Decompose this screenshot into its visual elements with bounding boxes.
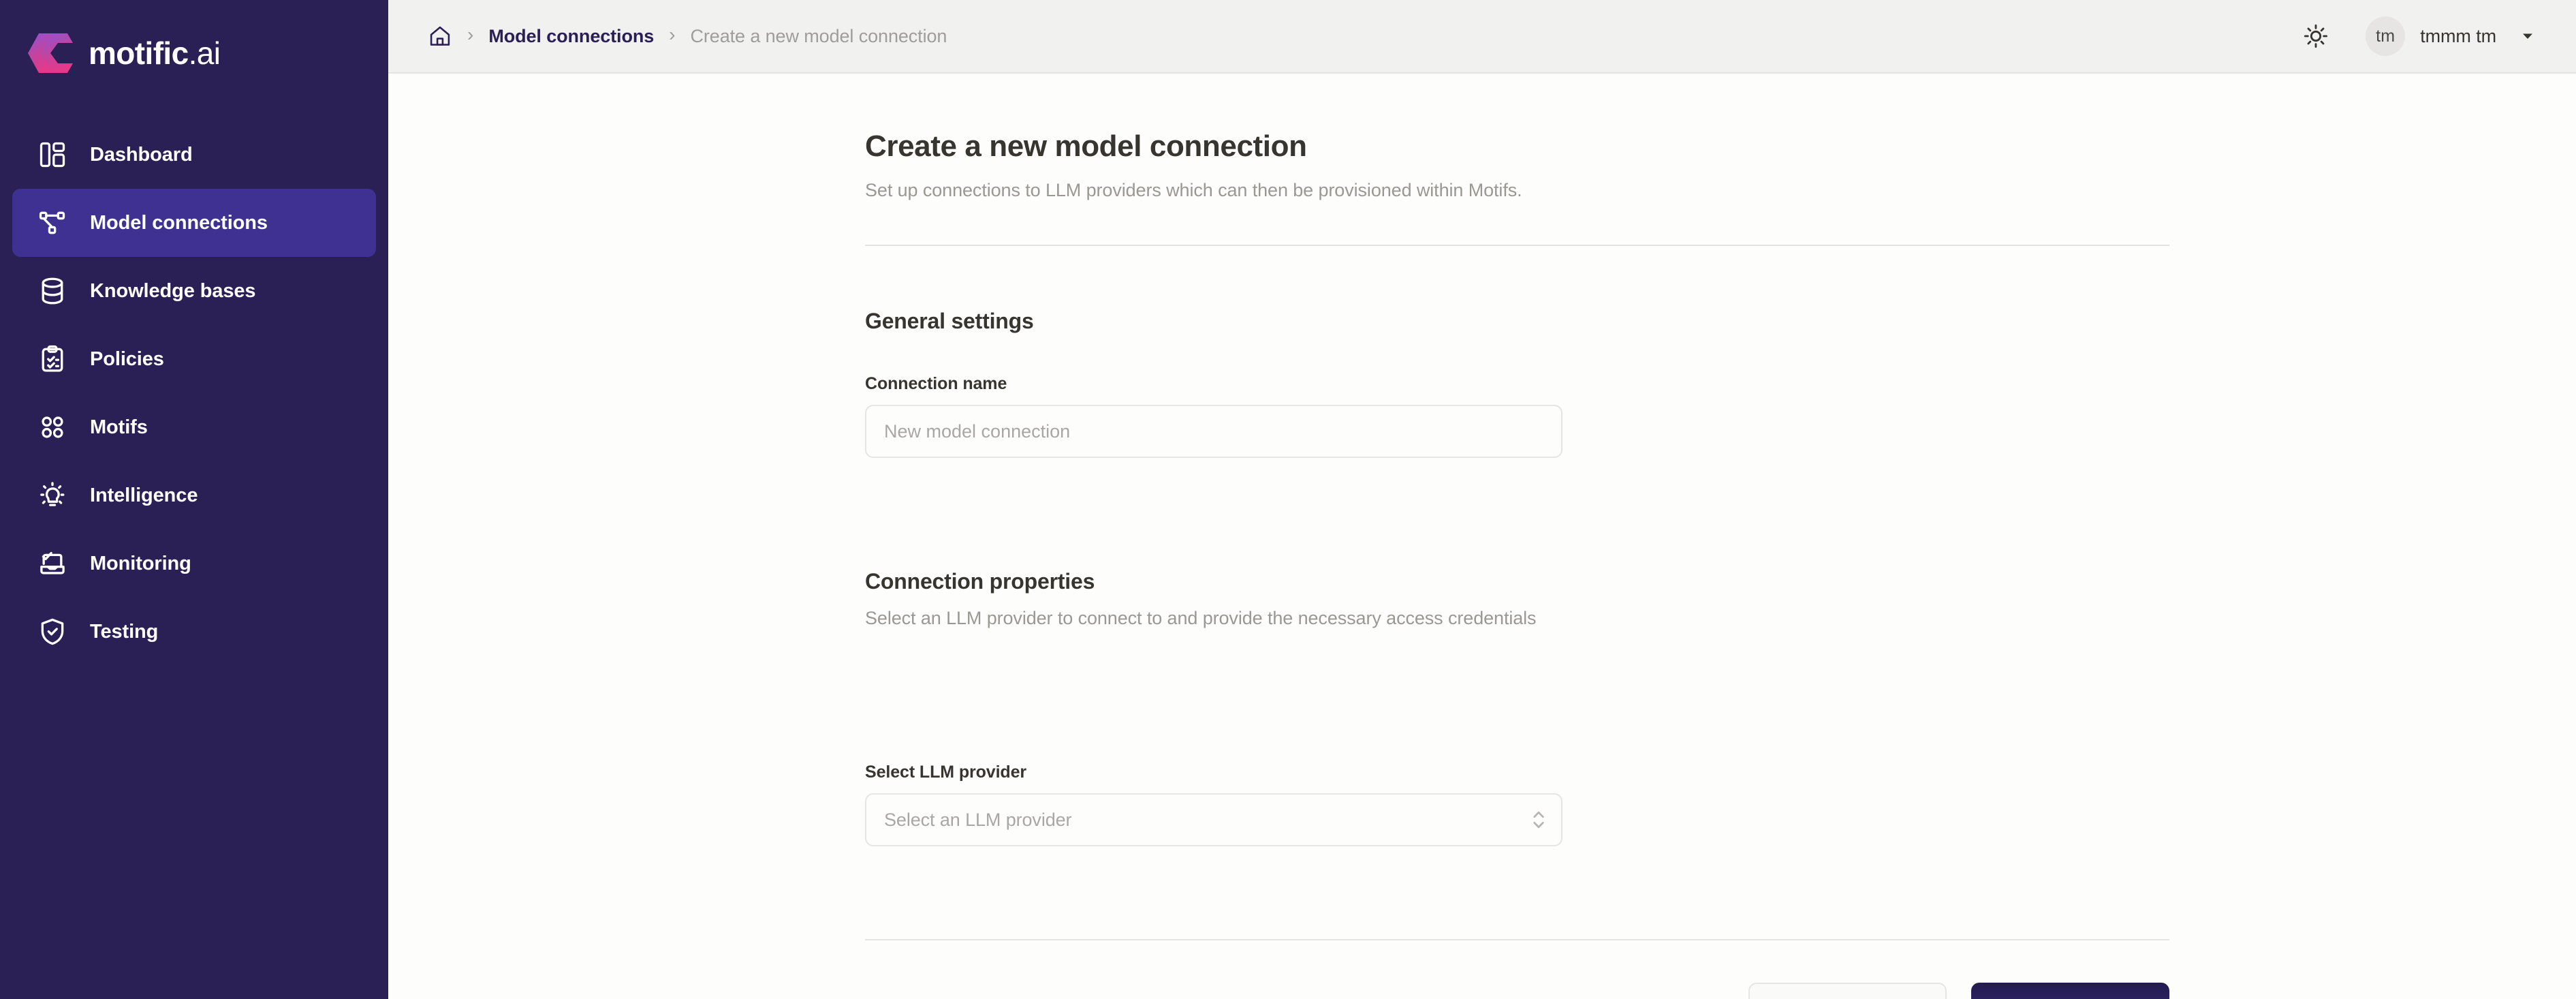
page-subtitle: Set up connections to LLM providers whic… <box>865 180 1522 200</box>
brand-name: motific.ai <box>89 35 221 71</box>
sidebar-item-label: Policies <box>90 348 164 370</box>
shield-check-icon <box>37 617 67 647</box>
llm-provider-select[interactable]: Select an LLM provider <box>865 793 1562 846</box>
general-settings-section: General settings <box>865 309 1034 334</box>
connection-name-input[interactable] <box>865 405 1562 458</box>
page-title: Create a new model connection <box>865 129 1307 163</box>
breadcrumb-parent-link[interactable]: Model connections <box>488 26 654 47</box>
breadcrumb-current: Create a new model connection <box>690 25 947 46</box>
provider-label: Select LLM provider <box>865 763 1027 782</box>
connection-name-label: Connection name <box>865 374 1007 393</box>
sidebar-item-dashboard[interactable]: Dashboard <box>12 121 376 189</box>
sidebar-item-label: Model connections <box>90 211 268 234</box>
sidebar-item-model-connections[interactable]: Model connections <box>12 189 376 257</box>
avatar: tm <box>2366 16 2406 56</box>
connection-properties-subtitle: Select an LLM provider to connect to and… <box>865 608 1537 628</box>
sidebar-item-monitoring[interactable]: Monitoring <box>12 529 376 598</box>
sidebar-item-label: Testing <box>90 620 159 643</box>
sidebar-item-label: Intelligence <box>90 484 198 506</box>
sidebar: motific.ai Dashboard Model connections K… <box>0 0 388 999</box>
chevron-up-down-icon <box>1531 808 1546 832</box>
sidebar-nav: Dashboard Model connections Knowledge ba… <box>0 121 388 666</box>
sidebar-item-label: Monitoring <box>90 552 191 574</box>
main-area: › Model connections › Create a new model… <box>388 0 2576 999</box>
topbar-right-controls: tm tmmm tm <box>2297 12 2539 60</box>
general-settings-heading: General settings <box>865 309 1034 333</box>
provider-select-field: Select an LLM provider <box>865 793 1562 846</box>
add-connection-button[interactable]: Add connection <box>1971 983 2169 999</box>
footer-divider <box>865 939 2169 940</box>
sidebar-item-policies[interactable]: Policies <box>12 325 376 393</box>
sidebar-item-motifs[interactable]: Motifs <box>12 393 376 461</box>
sidebar-item-label: Knowledge bases <box>90 279 256 302</box>
user-name: tmmm tm <box>2420 25 2496 46</box>
app-root: motific.ai Dashboard Model connections K… <box>0 0 2576 999</box>
page-content: Create a new model connection Set up con… <box>388 74 2576 999</box>
clipboard-check-icon <box>37 344 67 374</box>
node-network-icon <box>37 208 67 238</box>
connection-name-field <box>865 405 1562 458</box>
user-menu[interactable]: tm tmmm tm <box>2363 12 2539 60</box>
motific-hexagon-logo-icon <box>27 32 74 74</box>
four-circles-icon <box>37 412 67 442</box>
database-icon <box>37 276 67 306</box>
brand-logo[interactable]: motific.ai <box>0 0 388 106</box>
top-bar: › Model connections › Create a new model… <box>388 0 2576 74</box>
connection-properties-heading: Connection properties <box>865 569 1095 594</box>
footer-actions: Test connection Add connection <box>1748 983 2169 999</box>
sidebar-item-label: Dashboard <box>90 143 193 166</box>
home-icon[interactable] <box>428 24 452 48</box>
chevron-down-icon[interactable] <box>2519 28 2536 44</box>
lightbulb-icon <box>37 480 67 510</box>
breadcrumb-separator: › <box>669 24 676 45</box>
llm-provider-select-value: Select an LLM provider <box>884 809 1072 830</box>
test-connection-button[interactable]: Test connection <box>1748 983 1947 999</box>
section-divider <box>865 245 2169 246</box>
breadcrumb-separator: › <box>467 24 474 45</box>
page-header-block: Create a new model connection Set up con… <box>388 129 2576 201</box>
sidebar-item-label: Motifs <box>90 416 148 438</box>
sun-icon[interactable] <box>2297 18 2334 55</box>
connection-properties-section: Connection properties Select an LLM prov… <box>865 569 1537 629</box>
sidebar-item-intelligence[interactable]: Intelligence <box>12 461 376 529</box>
sidebar-item-testing[interactable]: Testing <box>12 598 376 666</box>
laptop-check-icon <box>37 549 67 579</box>
dashboard-layout-icon <box>37 140 67 170</box>
sidebar-item-knowledge-bases[interactable]: Knowledge bases <box>12 257 376 325</box>
breadcrumb: › Model connections › Create a new model… <box>428 24 947 48</box>
